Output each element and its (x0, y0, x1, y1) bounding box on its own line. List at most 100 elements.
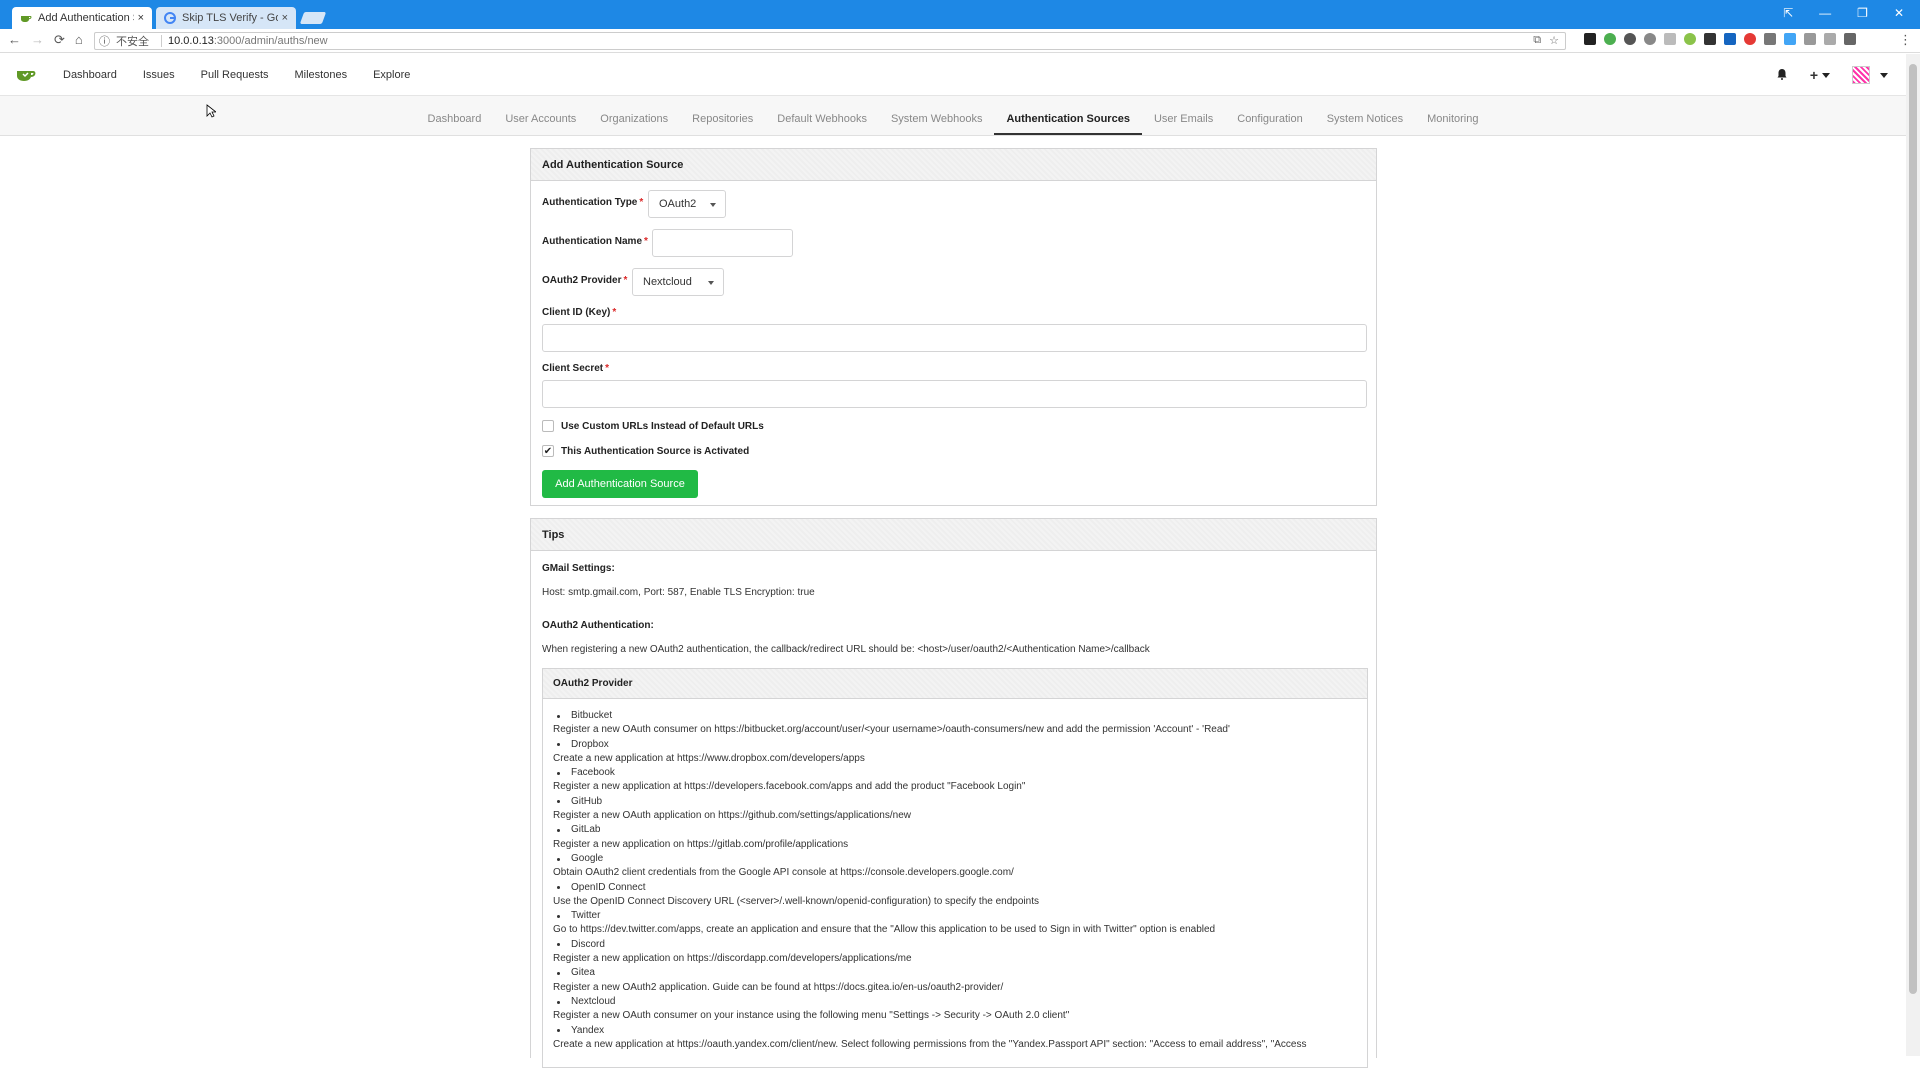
client-id-label: Client ID (Key) * (542, 307, 616, 318)
extension-icon[interactable] (1704, 33, 1716, 45)
reload-icon[interactable]: ⟳ (54, 32, 65, 48)
provider-desc: Go to https://dev.twitter.com/apps, crea… (553, 924, 1216, 936)
nav-milestones[interactable]: Milestones (282, 69, 361, 81)
tab-user-emails[interactable]: User Emails (1142, 113, 1225, 135)
provider-value: Nextcloud (643, 276, 692, 288)
tab-close-icon[interactable]: × (138, 12, 144, 24)
provider-name: Facebook (553, 766, 1357, 780)
tips-header: Tips (531, 519, 1376, 551)
extension-icon[interactable] (1824, 33, 1836, 45)
provider-list: Bitbucket Register a new OAuth consumer … (543, 699, 1367, 1052)
tab-title: Add Authentication So (38, 12, 134, 24)
forward-icon[interactable]: → (31, 32, 44, 48)
bullet (557, 971, 560, 975)
custom-urls-row[interactable]: Use Custom URLs Instead of Default URLs (542, 420, 764, 432)
minimize-icon[interactable]: — (1819, 6, 1831, 20)
tab-add-authentication[interactable]: Add Authentication So × (12, 7, 152, 29)
extension-icon[interactable] (1604, 33, 1616, 45)
extension-icon[interactable] (1764, 33, 1776, 45)
url-field[interactable]: ⓘ 不安全 10.0.0.13:3000/admin/auths/new ⧉ ☆ (94, 32, 1566, 50)
extension-icon[interactable] (1724, 33, 1736, 45)
list-item: Gitea Register a new OAuth2 application.… (553, 966, 1357, 995)
provider-desc: Register a new application on https://di… (553, 953, 912, 965)
provider-desc: Register a new application on https://gi… (553, 838, 849, 850)
extension-icon[interactable] (1644, 33, 1656, 45)
list-item: GitHub Register a new OAuth application … (553, 795, 1357, 824)
provider-desc: Create a new application at https://www.… (553, 752, 865, 764)
tab-close-icon[interactable]: × (282, 12, 288, 24)
extension-icon[interactable] (1624, 33, 1636, 45)
bookmark-star-icon[interactable]: ☆ (1549, 34, 1559, 47)
auth-type-label: Authentication Type * (542, 197, 643, 208)
provider-label: OAuth2 Provider * (542, 275, 627, 286)
extension-icon[interactable] (1844, 33, 1856, 45)
tab-dashboard[interactable]: Dashboard (416, 113, 494, 135)
home-icon[interactable]: ⌂ (75, 32, 83, 48)
tab-user-accounts[interactable]: User Accounts (493, 113, 588, 135)
activated-checkbox[interactable]: ✔ (542, 445, 554, 457)
client-secret-input[interactable] (542, 380, 1367, 408)
client-secret-label: Client Secret * (542, 363, 609, 374)
extension-icon[interactable] (1684, 33, 1696, 45)
extension-icon[interactable] (1744, 33, 1756, 45)
restore-icon[interactable]: ❐ (1857, 6, 1868, 20)
nav-dashboard[interactable]: Dashboard (50, 69, 130, 81)
user-profile-icon[interactable]: ⇱ (1783, 6, 1793, 20)
tab-default-webhooks[interactable]: Default Webhooks (765, 113, 879, 135)
auth-type-dropdown[interactable]: OAuth2 (648, 190, 726, 218)
info-icon[interactable]: ⓘ (99, 33, 110, 49)
tab-title: Skip TLS Verify - Goog (182, 12, 278, 24)
tab-repositories[interactable]: Repositories (680, 113, 765, 135)
provider-desc: Register a new application at https://de… (553, 781, 1026, 793)
extension-icon[interactable] (1804, 33, 1816, 45)
caret-down-icon (1880, 72, 1888, 78)
scrollbar-thumb[interactable] (1909, 64, 1917, 994)
tab-system-notices[interactable]: System Notices (1315, 113, 1415, 135)
provider-name-text: Yandex (571, 1024, 605, 1036)
extension-icon[interactable] (1664, 33, 1676, 45)
back-icon[interactable]: ← (8, 32, 21, 48)
tab-authentication-sources[interactable]: Authentication Sources (994, 113, 1142, 135)
nav-issues[interactable]: Issues (130, 69, 188, 81)
add-auth-source-button[interactable]: Add Authentication Source (542, 470, 698, 498)
extension-icon[interactable] (1584, 33, 1596, 45)
bullet (557, 1000, 560, 1004)
translate-icon[interactable]: ⧉ (1533, 34, 1541, 47)
browser-menu-icon[interactable]: ⋮ (1899, 32, 1912, 48)
auth-type-label-text: Authentication Type (542, 197, 638, 208)
tab-organizations[interactable]: Organizations (588, 113, 680, 135)
provider-name: GitHub (553, 795, 1357, 809)
address-bar-row: ← → ⟳ ⌂ ⓘ 不安全 10.0.0.13:3000/admin/auths… (0, 29, 1920, 53)
close-window-icon[interactable]: ✕ (1894, 6, 1904, 20)
provider-name: Dropbox (553, 738, 1357, 752)
provider-name-text: Twitter (571, 910, 601, 922)
oauth-text: When registering a new OAuth2 authentica… (542, 644, 1150, 655)
activated-row[interactable]: ✔ This Authentication Source is Activate… (542, 445, 749, 457)
user-menu[interactable] (1852, 66, 1888, 84)
tab-monitoring[interactable]: Monitoring (1415, 113, 1490, 135)
provider-name-text: Gitea (571, 967, 595, 979)
client-id-label-text: Client ID (Key) (542, 307, 611, 318)
provider-name: OpenID Connect (553, 881, 1357, 895)
list-item: Bitbucket Register a new OAuth consumer … (553, 709, 1357, 738)
bell-icon[interactable] (1776, 68, 1788, 83)
tab-configuration[interactable]: Configuration (1225, 113, 1314, 135)
list-item: Dropbox Create a new application at http… (553, 738, 1357, 767)
separator (161, 35, 162, 47)
new-tab-button[interactable] (299, 12, 327, 24)
provider-name: Nextcloud (553, 995, 1357, 1009)
tab-system-webhooks[interactable]: System Webhooks (879, 113, 995, 135)
auth-name-input[interactable] (652, 229, 793, 257)
nav-pull-requests[interactable]: Pull Requests (188, 69, 282, 81)
extension-icon[interactable] (1784, 33, 1796, 45)
bullet (557, 743, 560, 747)
nav-explore[interactable]: Explore (360, 69, 423, 81)
page-scrollbar[interactable] (1906, 54, 1920, 1056)
tab-skip-tls-verify[interactable]: Skip TLS Verify - Goog × (156, 7, 296, 29)
oauth2-provider-dropdown[interactable]: Nextcloud (632, 268, 724, 296)
gitea-logo-icon[interactable] (14, 67, 38, 83)
create-new-button[interactable]: + (1810, 67, 1830, 83)
bullet (557, 771, 560, 775)
custom-urls-checkbox[interactable] (542, 420, 554, 432)
client-id-input[interactable] (542, 324, 1367, 352)
